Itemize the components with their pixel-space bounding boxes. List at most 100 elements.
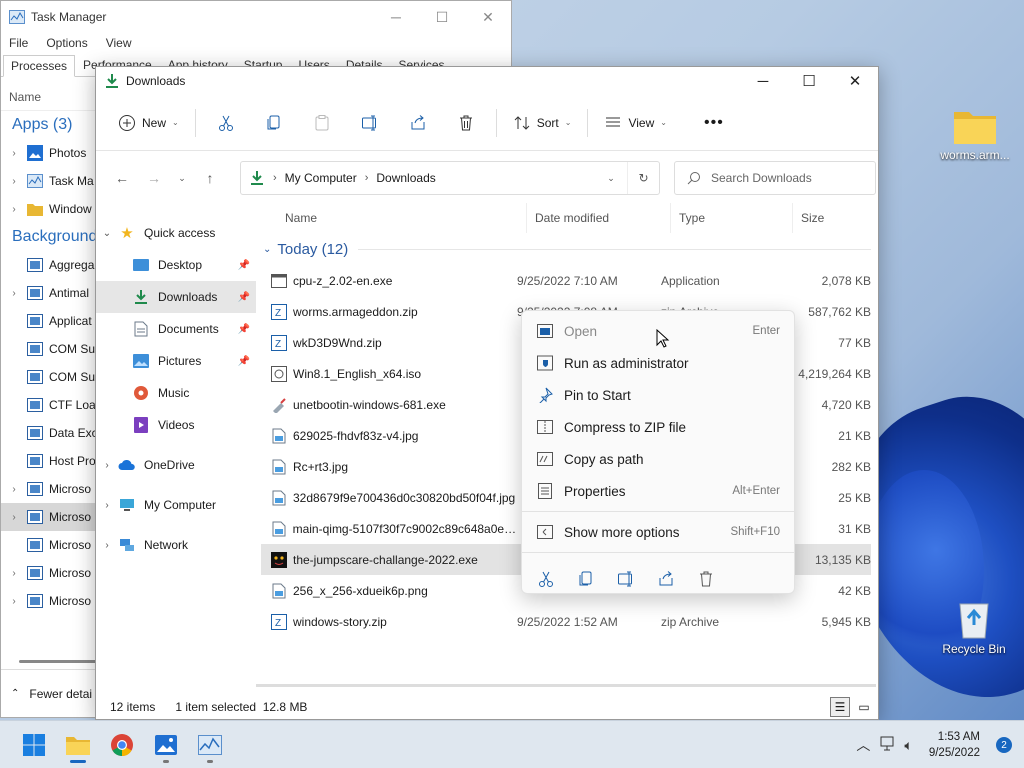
explorer-titlebar[interactable]: Downloads ─ ☐ ✕ [96,67,878,95]
chevron-right-icon[interactable]: › [96,500,118,511]
context-properties[interactable]: Properties Alt+Enter [522,475,794,507]
nav-desktop[interactable]: Desktop 📌 [96,249,256,281]
process-icon [27,257,43,273]
breadcrumb-my-computer[interactable]: My Computer [285,171,357,185]
more-options-button[interactable]: ••• [690,107,738,139]
fewer-details-label: Fewer detai [29,686,93,701]
minimize-button[interactable]: ─ [740,67,786,95]
maximize-button[interactable]: ☐ [419,1,465,33]
rename-button[interactable] [346,107,394,139]
address-bar[interactable]: › My Computer › Downloads ⌄ ↻ [240,161,660,195]
nav-network[interactable]: › Network [96,529,256,561]
close-button[interactable]: ✕ [465,1,511,33]
context-copy-as-path[interactable]: Copy as path [522,443,794,475]
context-pin-to-start[interactable]: Pin to Start [522,379,794,411]
chevron-right-icon[interactable]: › [365,172,369,184]
chevron-right-icon[interactable]: › [1,596,27,607]
cut-button[interactable] [202,107,250,139]
nav-videos[interactable]: Videos [96,409,256,441]
taskbar-photos[interactable] [144,725,188,765]
folder-icon [27,201,43,217]
back-button[interactable]: ← [106,162,138,194]
chevron-right-icon[interactable]: › [1,512,27,523]
address-history-button[interactable]: ⌄ [595,162,627,194]
chevron-right-icon[interactable]: › [1,176,27,187]
up-button[interactable]: ↑ [194,162,226,194]
details-view-button[interactable]: ☰ [830,697,850,717]
nav-onedrive[interactable]: › OneDrive [96,449,256,481]
chevron-right-icon[interactable]: › [1,288,27,299]
volume-icon[interactable]: 🔈︎ [904,737,912,754]
copy-icon [267,115,280,129]
chevron-right-icon[interactable]: › [96,460,118,471]
context-run-as-admin[interactable]: Run as administrator [522,347,794,379]
share-button[interactable] [394,107,442,139]
taskbar-task-manager[interactable] [188,725,232,765]
file-row[interactable]: Zwindows-story.zip 9/25/2022 1:52 AM zip A… [261,606,871,637]
file-name: cpu-z_2.02-en.exe [293,273,393,288]
column-type[interactable]: Type [671,203,793,233]
maximize-button[interactable]: ☐ [786,67,832,95]
nav-music[interactable]: Music [96,377,256,409]
context-show-more-options[interactable]: Show more options Shift+F10 [522,516,794,548]
new-button[interactable]: New ⌄ [108,107,189,139]
file-row[interactable]: cpu-z_2.02-en.exe 9/25/2022 7:10 AM Applic… [261,265,871,296]
delete-button[interactable] [442,107,490,139]
chevron-right-icon[interactable]: › [1,148,27,159]
breadcrumb-downloads[interactable]: Downloads [376,171,435,185]
desktop-icon-recycle-bin[interactable]: Recycle Bin [934,596,1014,656]
notification-badge[interactable]: 2 [996,737,1012,753]
network-status-icon[interactable] [878,736,896,755]
paste-button[interactable] [298,107,346,139]
forward-button[interactable]: → [138,162,170,194]
tab-processes[interactable]: Processes [3,55,76,77]
context-share-button[interactable] [654,568,677,591]
taskbar-file-explorer[interactable] [56,725,100,765]
context-label: Copy as path [564,451,644,467]
context-cut-button[interactable] [534,568,557,591]
chevron-right-icon[interactable]: › [1,204,27,215]
menu-view[interactable]: View [106,36,132,50]
nav-pictures[interactable]: Pictures 📌 [96,345,256,377]
close-button[interactable]: ✕ [832,67,878,95]
nav-quick-access[interactable]: ⌄ ★ Quick access [96,217,256,249]
chevron-right-icon[interactable]: › [1,484,27,495]
nav-my-computer[interactable]: › My Computer [96,489,256,521]
chevron-right-icon[interactable]: › [1,568,27,579]
tiles-view-button[interactable]: ▭ [854,697,874,717]
nav-documents[interactable]: Documents 📌 [96,313,256,345]
context-rename-button[interactable] [614,568,637,591]
desktop-icon-worms-folder[interactable]: worms.arm... [935,106,1015,162]
taskbar-chrome[interactable] [100,725,144,765]
context-compress-zip[interactable]: Compress to ZIP file [522,411,794,443]
horizontal-scrollbar[interactable] [19,660,99,663]
file-name: main-qimg-5107f30f7c9002c89c648a0e6… [292,521,517,536]
copy-button[interactable] [250,107,298,139]
group-header-today[interactable]: ⌄ Today (12) [261,233,871,265]
nav-downloads[interactable]: Downloads 📌 [96,281,256,313]
task-manager-titlebar[interactable]: Task Manager ─ ☐ ✕ [1,1,511,33]
sort-button[interactable]: Sort ⌄ [503,107,582,139]
context-shortcut: Alt+Enter [732,485,780,497]
menu-file[interactable]: File [9,36,28,50]
menu-options[interactable]: Options [46,36,87,50]
column-size[interactable]: Size [793,203,871,233]
context-delete-button[interactable] [694,568,717,591]
chevron-down-icon[interactable]: ⌄ [96,228,118,239]
recent-locations-button[interactable]: ⌄ [170,162,194,194]
chevron-right-icon[interactable]: › [273,172,277,184]
chevron-up-icon[interactable]: ︿ [856,735,870,755]
clock[interactable]: 1:53 AM 9/25/2022 [929,729,980,761]
start-button[interactable] [12,725,56,765]
minimize-button[interactable]: ─ [373,1,419,33]
image-file-icon [271,521,287,537]
chevron-right-icon[interactable]: › [96,540,118,551]
context-copy-button[interactable] [574,568,597,591]
column-date-modified[interactable]: Date modified [527,203,671,233]
view-button[interactable]: View ⌄ [594,107,677,139]
search-box[interactable]: Search Downloads [674,161,876,195]
column-name[interactable]: Name [261,203,527,233]
refresh-button[interactable]: ↻ [627,162,659,194]
file-name: wkD3D9Wnd.zip [293,335,382,350]
horizontal-scrollbar[interactable] [256,684,876,687]
